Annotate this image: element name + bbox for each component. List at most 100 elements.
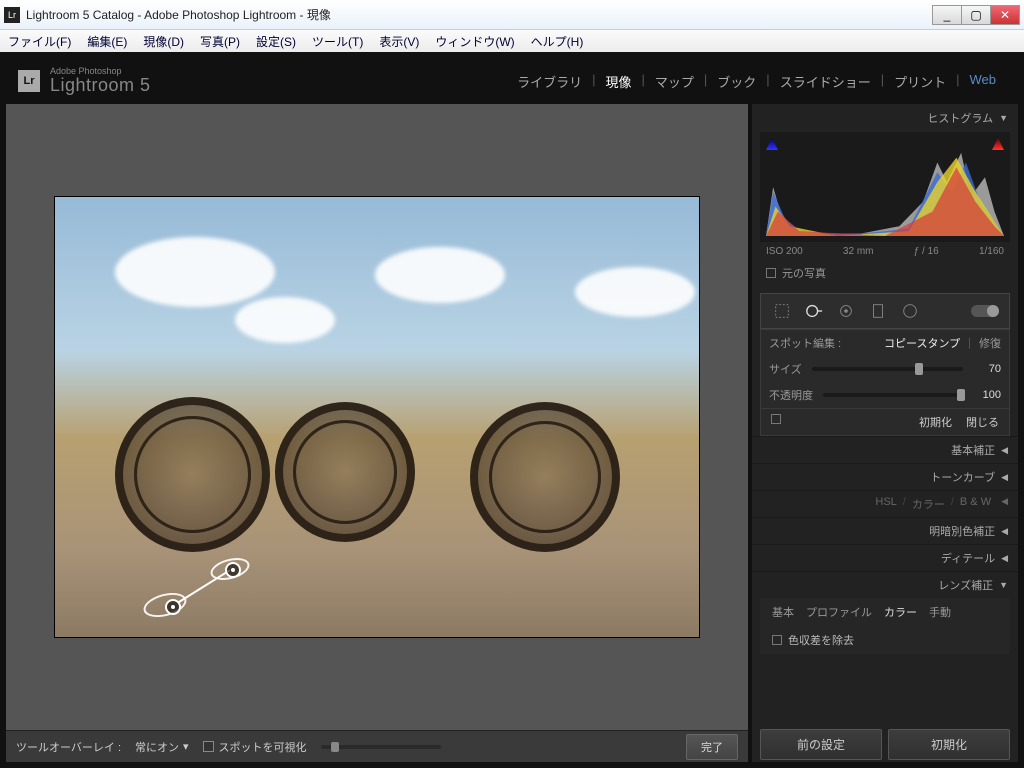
window-title: Lightroom 5 Catalog - Adobe Photoshop Li… [26,6,331,23]
bw-tab[interactable]: B & W [960,496,991,512]
color-tab[interactable]: カラー [912,496,945,512]
minimize-button[interactable]: _ [932,5,962,25]
menu-tool[interactable]: ツール(T) [312,33,363,50]
titlebar: Lr Lightroom 5 Catalog - Adobe Photoshop… [0,0,1024,30]
right-bottom-buttons: 前の設定 初期化 [752,723,1018,762]
triangle-down-icon: ▼ [999,580,1008,590]
previous-settings-button[interactable]: 前の設定 [760,729,882,760]
triangle-left-icon: ◀ [1001,472,1008,483]
brand-text: Adobe Photoshop Lightroom 5 [50,67,151,96]
size-slider[interactable] [812,367,963,371]
module-book[interactable]: ブック [707,72,766,91]
menu-window[interactable]: ウィンドウ(W) [435,33,514,50]
module-map[interactable]: マップ [645,72,704,91]
panel-toggle-icon[interactable] [771,414,781,424]
module-slideshow[interactable]: スライドショー [770,72,881,91]
graduated-filter-tool[interactable] [867,300,889,322]
brand-large: Lightroom 5 [50,76,151,96]
spot-source-pin[interactable] [225,562,241,578]
lens-profile-tab[interactable]: プロファイル [806,604,872,620]
histogram-plot [766,138,1004,236]
spot-removal-tool[interactable] [803,300,825,322]
basic-panel-header[interactable]: 基本補正◀ [752,436,1018,463]
module-library[interactable]: ライブラリ [507,72,592,91]
exif-strip: ISO 200 32 mm ƒ / 16 1/160 [752,242,1018,261]
spot-target-pin[interactable] [165,599,181,615]
triangle-left-icon: ◀ [1001,496,1008,512]
splittone-panel-header[interactable]: 明暗別色補正◀ [752,517,1018,544]
size-value[interactable]: 70 [973,363,1001,375]
overlay-label: ツールオーバーレイ : [16,739,121,755]
spot-edit-panel: スポット編集 : コピースタンプ | 修復 サイズ 70 不透明度 100 [760,329,1010,409]
window-controls: _ ▢ ✕ [933,5,1020,25]
spot-close[interactable]: 閉じる [966,414,999,430]
tonecurve-panel-header[interactable]: トーンカーブ◀ [752,463,1018,490]
crop-tool[interactable] [771,300,793,322]
exif-shutter: 1/160 [979,246,1004,257]
exif-iso: ISO 200 [766,246,803,257]
lens-basic-tab[interactable]: 基本 [772,604,794,620]
photo [55,197,699,637]
chevron-down-icon: ▾ [183,740,189,753]
module-web[interactable]: Web [960,72,1007,91]
hsl-panel-header[interactable]: HSL/ カラー/ B & W ◀ [752,490,1018,517]
opacity-slider[interactable] [823,393,963,397]
original-toggle[interactable]: 元の写真 [752,261,1018,289]
panel-switch[interactable] [971,305,999,317]
right-panel: ヒストグラム▼ ISO 200 32 mm ƒ / 16 1/160 元の写真 [752,104,1018,762]
triangle-left-icon: ◀ [1001,553,1008,564]
menu-edit[interactable]: 編集(E) [87,33,127,50]
triangle-left-icon: ◀ [1001,445,1008,456]
lens-color-tab[interactable]: カラー [884,604,917,620]
clone-tab[interactable]: コピースタンプ [884,335,960,351]
menu-help[interactable]: ヘルプ(H) [531,33,584,50]
menu-photo[interactable]: 写真(P) [200,33,240,50]
spot-edit-title: スポット編集 : [769,335,841,351]
maximize-button[interactable]: ▢ [961,5,991,25]
reset-button[interactable]: 初期化 [888,729,1010,760]
module-develop[interactable]: 現像 [595,72,641,91]
app-icon: Lr [4,7,20,23]
visualize-threshold-slider[interactable] [321,745,441,749]
menu-file[interactable]: ファイル(F) [8,33,71,50]
menu-develop[interactable]: 現像(D) [143,33,184,50]
module-picker: Lr Adobe Photoshop Lightroom 5 ライブラリ| 現像… [6,58,1018,104]
exif-focal: 32 mm [843,246,874,257]
triangle-left-icon: ◀ [1001,526,1008,537]
center-pane: ツールオーバーレイ : 常にオン ▾ スポットを可視化 完了 [6,104,748,762]
close-button[interactable]: ✕ [990,5,1020,25]
lens-tabs: 基本 プロファイル カラー 手動 [760,598,1010,626]
size-label: サイズ [769,361,802,377]
app-body: Lr Adobe Photoshop Lightroom 5 ライブラリ| 現像… [0,52,1024,768]
content: ツールオーバーレイ : 常にオン ▾ スポットを可視化 完了 ヒストグラム▼ [6,104,1018,762]
lenscorr-panel-header[interactable]: レンズ補正▼ [752,571,1018,598]
modules: ライブラリ| 現像| マップ| ブック| スライドショー| プリント| Web [507,72,1006,91]
detail-panel-header[interactable]: ディテール◀ [752,544,1018,571]
module-print[interactable]: プリント [884,72,956,91]
spot-action-bar: 初期化 閉じる [760,409,1010,436]
square-icon [766,268,776,278]
tool-strip [760,293,1010,329]
spot-link-line [178,569,230,602]
visualize-spots-checkbox[interactable]: スポットを可視化 [203,739,307,755]
lens-manual-tab[interactable]: 手動 [929,604,951,620]
overlay-dropdown[interactable]: 常にオン ▾ [135,739,189,755]
menu-view[interactable]: 表示(V) [379,33,419,50]
done-button[interactable]: 完了 [686,734,738,760]
menu-settings[interactable]: 設定(S) [256,33,296,50]
menubar: ファイル(F) 編集(E) 現像(D) 写真(P) 設定(S) ツール(T) 表… [0,30,1024,52]
opacity-value[interactable]: 100 [973,389,1001,401]
opacity-label: 不透明度 [769,387,813,403]
exif-aperture: ƒ / 16 [914,246,939,257]
spot-reset[interactable]: 初期化 [919,414,952,430]
histogram[interactable] [760,132,1010,242]
redeye-tool[interactable] [835,300,857,322]
hsl-tab[interactable]: HSL [875,496,896,512]
heal-tab[interactable]: 修復 [979,335,1001,351]
triangle-down-icon: ▼ [999,113,1008,123]
remove-ca-checkbox[interactable]: 色収差を除去 [760,626,1010,654]
checkbox-icon [772,635,782,645]
histogram-header[interactable]: ヒストグラム▼ [752,104,1018,132]
radial-filter-tool[interactable] [899,300,921,322]
image-viewer[interactable] [6,104,748,730]
